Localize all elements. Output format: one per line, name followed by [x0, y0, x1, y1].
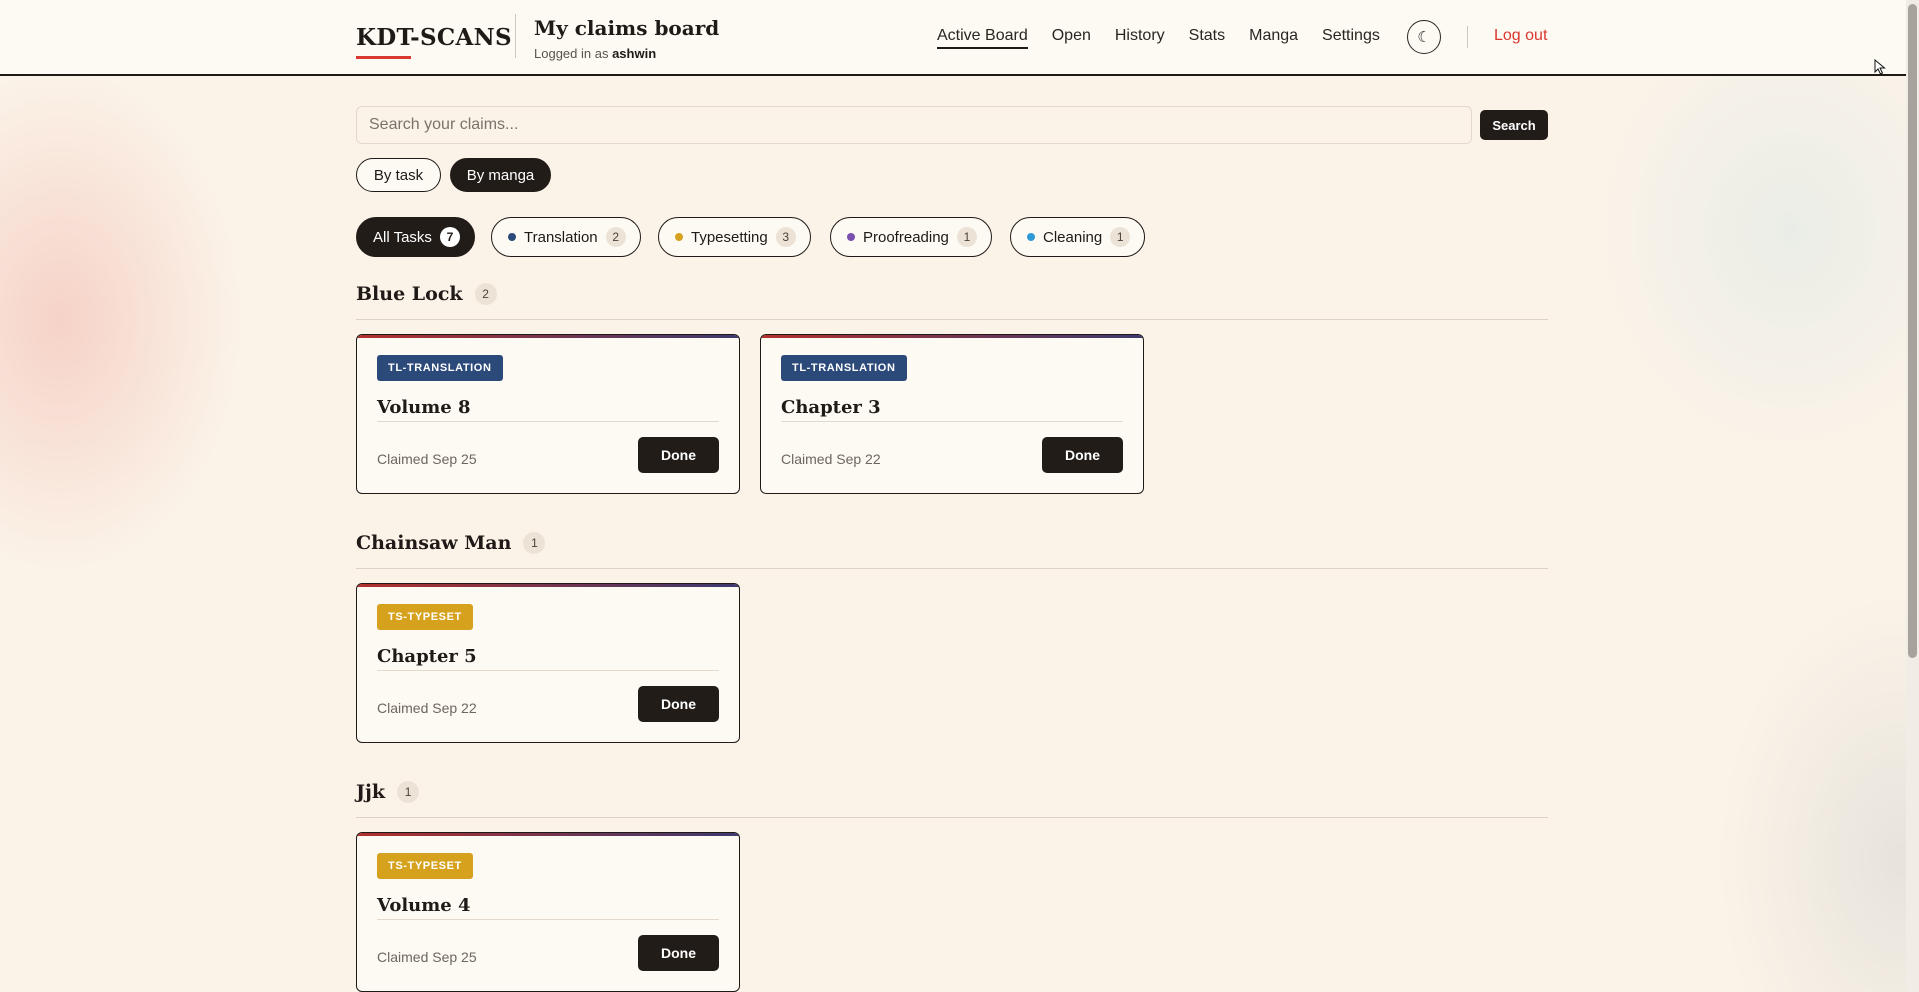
- card-accent-bar: [357, 584, 739, 587]
- card-divider: [781, 421, 1123, 422]
- group-header-jjk: Jjk 1: [356, 781, 420, 803]
- claimed-date: Claimed Sep 22: [781, 451, 881, 467]
- background-glow: [0, 0, 1919, 992]
- filter-cleaning[interactable]: Cleaning 1: [1010, 217, 1146, 257]
- claimed-date: Claimed Sep 25: [377, 949, 477, 965]
- nav-history[interactable]: History: [1115, 27, 1165, 49]
- card-divider: [377, 670, 719, 671]
- claimed-date: Claimed Sep 25: [377, 451, 477, 467]
- filter-count: 2: [605, 227, 626, 247]
- filter-count: 3: [775, 227, 796, 247]
- card-accent-bar: [357, 833, 739, 836]
- card-divider: [377, 919, 719, 920]
- done-button[interactable]: Done: [638, 935, 719, 971]
- group-count: 1: [523, 532, 546, 554]
- group-divider: [356, 568, 1548, 569]
- card-title: Volume 8: [377, 397, 471, 418]
- group-count: 1: [397, 781, 420, 803]
- logged-in-status: Logged in as ashwin: [534, 46, 656, 61]
- nav-divider: [1467, 26, 1468, 48]
- filter-count: 7: [439, 227, 460, 247]
- group-divider: [356, 319, 1548, 320]
- filter-label: Cleaning: [1043, 228, 1103, 246]
- task-tag: TL-TRANSLATION: [377, 355, 503, 381]
- filter-label: Typesetting: [691, 228, 768, 246]
- scrollbar-thumb[interactable]: [1908, 4, 1917, 658]
- card-title: Volume 4: [377, 895, 471, 916]
- task-tag: TS-TYPESET: [377, 853, 473, 879]
- filter-count: 1: [1110, 227, 1131, 247]
- card-divider: [377, 421, 719, 422]
- done-button[interactable]: Done: [638, 437, 719, 473]
- nav-stats[interactable]: Stats: [1189, 27, 1225, 49]
- view-by-manga-button[interactable]: By manga: [450, 158, 551, 192]
- cleaning-dot-icon: [1027, 233, 1035, 241]
- filter-proofreading[interactable]: Proofreading 1: [830, 217, 992, 257]
- filter-label: Translation: [524, 228, 598, 246]
- group-header-chainsaw-man: Chainsaw Man 1: [356, 532, 546, 554]
- claim-card: TS-TYPESET Volume 4 Claimed Sep 25 Done: [356, 832, 740, 992]
- group-divider: [356, 817, 1548, 818]
- group-header-blue-lock: Blue Lock 2: [356, 283, 497, 305]
- search-button[interactable]: Search: [1480, 110, 1548, 140]
- page-title: My claims board: [534, 16, 720, 40]
- typesetting-dot-icon: [675, 233, 683, 241]
- filter-label: All Tasks: [373, 228, 432, 246]
- card-title: Chapter 3: [781, 397, 881, 418]
- username: ashwin: [612, 46, 657, 61]
- claim-card: TS-TYPESET Chapter 5 Claimed Sep 22 Done: [356, 583, 740, 743]
- translation-dot-icon: [508, 233, 516, 241]
- group-title: Chainsaw Man: [356, 532, 512, 554]
- brand-underline: [356, 56, 411, 59]
- proofreading-dot-icon: [847, 233, 855, 241]
- group-title: Jjk: [356, 781, 386, 803]
- nav-open[interactable]: Open: [1052, 27, 1091, 49]
- view-by-task-button[interactable]: By task: [356, 158, 441, 192]
- main-nav: Active Board Open History Stats Manga Se…: [937, 27, 1380, 49]
- claim-card: TL-TRANSLATION Volume 8 Claimed Sep 25 D…: [356, 334, 740, 494]
- filter-count: 1: [956, 227, 977, 247]
- filter-translation[interactable]: Translation 2: [491, 217, 641, 257]
- nav-settings[interactable]: Settings: [1322, 27, 1380, 49]
- filter-typesetting[interactable]: Typesetting 3: [658, 217, 811, 257]
- filter-all-tasks[interactable]: All Tasks 7: [356, 217, 475, 257]
- task-tag: TL-TRANSLATION: [781, 355, 907, 381]
- logged-in-label: Logged in as: [534, 46, 609, 61]
- header-divider: [515, 14, 516, 58]
- card-accent-bar: [761, 335, 1143, 338]
- card-title: Chapter 5: [377, 646, 477, 667]
- filter-label: Proofreading: [863, 228, 949, 246]
- group-count: 2: [474, 283, 497, 305]
- claimed-date: Claimed Sep 22: [377, 700, 477, 716]
- moon-icon: ☾: [1417, 29, 1431, 46]
- nav-manga[interactable]: Manga: [1249, 27, 1298, 49]
- nav-active-board[interactable]: Active Board: [937, 27, 1028, 49]
- logout-link[interactable]: Log out: [1494, 27, 1547, 45]
- mouse-cursor-icon: [1874, 59, 1886, 75]
- search-input[interactable]: [356, 106, 1472, 144]
- group-title: Blue Lock: [356, 283, 463, 305]
- task-tag: TS-TYPESET: [377, 604, 473, 630]
- claim-card: TL-TRANSLATION Chapter 3 Claimed Sep 22 …: [760, 334, 1144, 494]
- done-button[interactable]: Done: [1042, 437, 1123, 473]
- brand-logo[interactable]: KDT-SCANS: [356, 24, 512, 51]
- top-bar: KDT-SCANS My claims board Logged in as a…: [0, 0, 1906, 76]
- done-button[interactable]: Done: [638, 686, 719, 722]
- theme-toggle-button[interactable]: ☾: [1407, 20, 1441, 54]
- card-accent-bar: [357, 335, 739, 338]
